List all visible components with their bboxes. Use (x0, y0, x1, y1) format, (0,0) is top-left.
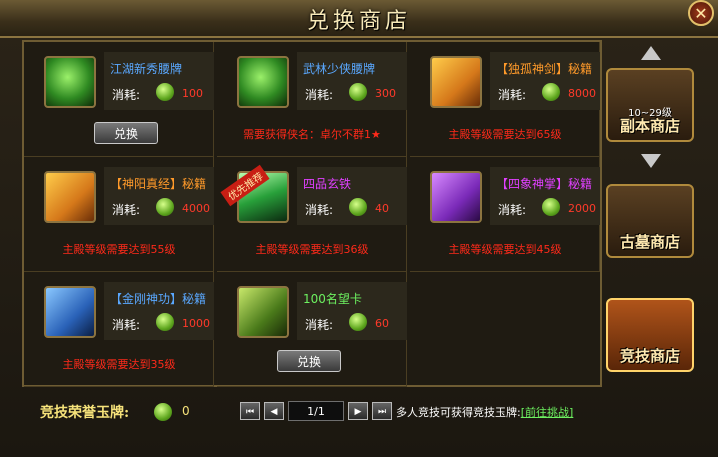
shop-tabs: 10~29级 副本商店 古墓商店 竞技商店 (606, 40, 696, 387)
cost-value: 1000 (182, 317, 210, 330)
jade-waist-token-icon[interactable] (237, 56, 289, 108)
jade-token-icon (542, 198, 560, 216)
window-title: 兑换商店 (306, 9, 411, 34)
exchange-shop-window: 兑换商店 ✕ 江湖新秀腰牌 消耗: 100 兑换 武林少侠腰牌 消耗: 300 需要获得侠名：… (0, 0, 718, 457)
cost-label: 消耗: (305, 203, 334, 217)
shop-item: 优先推荐 四品玄铁 消耗: 40 主殿等级需要达到36级 (217, 157, 407, 272)
cost-label: 消耗: (112, 203, 141, 217)
exchange-button[interactable]: 兑换 (94, 122, 158, 144)
jade-token-icon (154, 403, 172, 421)
shop-item: 【金刚神功】秘籍 消耗: 1000 主殿等级需要达到35级 (24, 272, 214, 387)
cost-value: 300 (375, 87, 396, 100)
cost-label: 消耗: (112, 318, 141, 332)
shop-item: 江湖新秀腰牌 消耗: 100 兑换 (24, 42, 214, 157)
cost-value: 4000 (182, 202, 210, 215)
tab-label: 竞技商店 (619, 347, 680, 365)
honor-label: 竞技荣誉玉牌: (40, 405, 130, 421)
arena-hint: 多人竞技可获得竞技玉牌:[前往挑战] (396, 404, 573, 420)
item-requirement: 主殿等级需要达到45级 (448, 243, 562, 256)
cost-label: 消耗: (305, 88, 334, 102)
shop-item: 【独孤神剑】秘籍 消耗: 8000 主殿等级需要达到65级 (410, 42, 600, 157)
item-name: 武林少侠腰牌 (303, 62, 376, 76)
jade-token-icon (542, 83, 560, 101)
cost-label: 消耗: (498, 203, 527, 217)
item-requirement: 主殿等级需要达到65级 (448, 128, 562, 141)
cost-value: 100 (182, 87, 203, 100)
fame-card-icon[interactable] (237, 286, 289, 338)
scroll-up-icon[interactable] (641, 46, 661, 60)
jade-token-icon (349, 198, 367, 216)
item-name: 100名望卡 (303, 292, 362, 306)
item-requirement: 主殿等级需要达到36级 (255, 243, 369, 256)
orange-book-icon[interactable] (430, 56, 482, 108)
cost-value: 2000 (568, 202, 596, 215)
blue-book-icon[interactable] (44, 286, 96, 338)
shop-item: 100名望卡 消耗: 60 兑换 (217, 272, 407, 387)
jade-waist-token-icon[interactable] (44, 56, 96, 108)
scroll-down-icon[interactable] (641, 154, 661, 168)
prev-page-button[interactable]: ◀ (264, 402, 284, 420)
jade-token-icon (349, 313, 367, 331)
item-requirement: 需要获得侠名：卓尔不群1★ (243, 128, 381, 141)
last-page-button[interactable]: ⏭ (372, 402, 392, 420)
tab-tomb-shop[interactable]: 古墓商店 (606, 184, 694, 258)
item-name: 四品玄铁 (303, 177, 352, 191)
item-name: 江湖新秀腰牌 (110, 62, 183, 76)
item-name: 【金刚神功】秘籍 (110, 292, 207, 306)
jade-token-icon (156, 83, 174, 101)
cost-value: 40 (375, 202, 389, 215)
tab-dungeon-shop[interactable]: 10~29级 副本商店 (606, 68, 694, 142)
shop-item: 武林少侠腰牌 消耗: 300 需要获得侠名：卓尔不群1★ (217, 42, 407, 157)
cost-label: 消耗: (305, 318, 334, 332)
jade-token-icon (349, 83, 367, 101)
honor-value: 0 (182, 404, 190, 418)
tab-label: 古墓商店 (619, 233, 680, 251)
item-name: 【神阳真经】秘籍 (110, 177, 207, 191)
orange-book-icon[interactable] (44, 171, 96, 223)
cost-label: 消耗: (498, 88, 527, 102)
tab-arena-shop[interactable]: 竞技商店 (606, 298, 694, 372)
purple-book-icon[interactable] (430, 171, 482, 223)
title-bar: 兑换商店 (0, 0, 718, 38)
cost-value: 60 (375, 317, 389, 330)
item-grid: 江湖新秀腰牌 消耗: 100 兑换 武林少侠腰牌 消耗: 300 需要获得侠名：卓尔不群1★ 【… (22, 40, 602, 387)
footer-bar: 竞技荣誉玉牌: 0 ⏮ ◀ 1/1 ▶ ⏭ 多人竞技可获得竞技玉牌:[前往挑战] (22, 390, 602, 430)
shop-item: 【神阳真经】秘籍 消耗: 4000 主殿等级需要达到55级 (24, 157, 214, 272)
tab-label: 副本商店 (619, 117, 680, 135)
hint-text: 多人竞技可获得竞技玉牌: (396, 406, 521, 419)
next-page-button[interactable]: ▶ (348, 402, 368, 420)
shop-item: 【四象神掌】秘籍 消耗: 2000 主殿等级需要达到45级 (410, 157, 600, 272)
item-requirement: 主殿等级需要达到35级 (62, 358, 176, 371)
first-page-button[interactable]: ⏮ (240, 402, 260, 420)
close-icon[interactable]: ✕ (688, 0, 714, 26)
cost-value: 8000 (568, 87, 596, 100)
go-challenge-link[interactable]: [前往挑战] (521, 406, 574, 419)
page-indicator: 1/1 (288, 401, 344, 421)
exchange-button[interactable]: 兑换 (277, 350, 341, 372)
jade-token-icon (156, 198, 174, 216)
item-name: 【独孤神剑】秘籍 (496, 62, 593, 76)
cost-label: 消耗: (112, 88, 141, 102)
jade-token-icon (156, 313, 174, 331)
item-requirement: 主殿等级需要达到55级 (62, 243, 176, 256)
item-name: 【四象神掌】秘籍 (496, 177, 593, 191)
